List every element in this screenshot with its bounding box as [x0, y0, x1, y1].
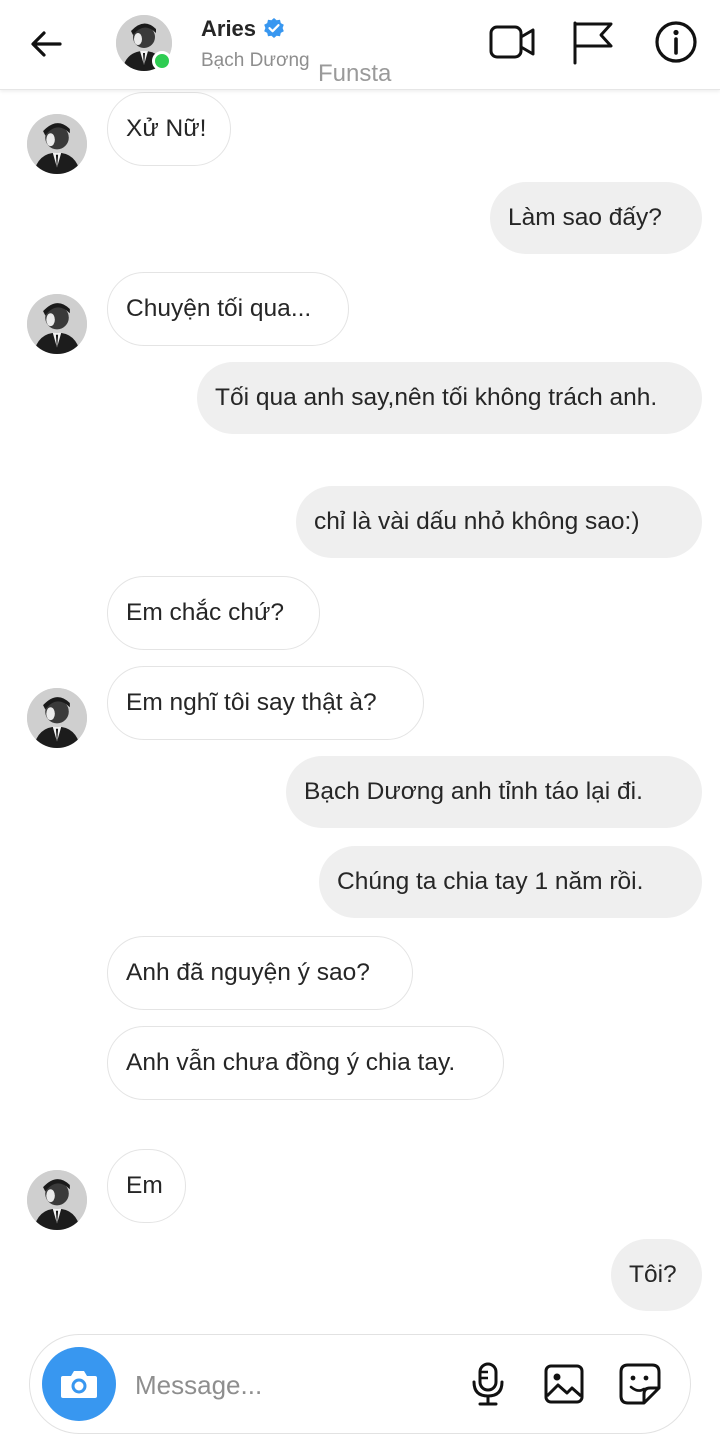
outgoing-message[interactable]: Tối qua anh say,nên tối không trách anh.	[197, 362, 702, 434]
outgoing-message[interactable]: Làm sao đấy?	[490, 182, 702, 254]
camera-button[interactable]	[42, 1347, 116, 1421]
outgoing-message[interactable]: Bạch Dương anh tỉnh táo lại đi.	[286, 756, 702, 828]
sticker-button[interactable]	[616, 1360, 664, 1408]
verified-badge-icon	[264, 18, 284, 38]
outgoing-message[interactable]: Tôi?	[611, 1239, 702, 1311]
message-input[interactable]	[135, 1365, 435, 1405]
online-status-dot	[152, 51, 172, 71]
report-button[interactable]	[566, 16, 618, 68]
header-avatar[interactable]	[116, 15, 174, 73]
video-call-icon	[489, 25, 535, 59]
contact-username: Bạch Dương	[201, 50, 310, 71]
arrow-left-icon	[31, 31, 62, 57]
sender-avatar[interactable]	[27, 688, 87, 748]
microphone-icon	[472, 1362, 504, 1406]
incoming-message[interactable]: Anh đã nguyện ý sao?	[107, 936, 413, 1010]
image-icon	[544, 1364, 584, 1404]
outgoing-message[interactable]: chỉ là vài dấu nhỏ không sao:)	[296, 486, 702, 558]
info-icon	[655, 21, 697, 63]
flag-icon	[573, 21, 613, 65]
outgoing-message[interactable]: Chúng ta chia tay 1 năm rồi.	[319, 846, 702, 918]
incoming-message[interactable]: Em chắc chứ?	[107, 576, 320, 650]
sender-avatar[interactable]	[27, 114, 87, 174]
voice-message-button[interactable]	[464, 1360, 512, 1408]
incoming-message[interactable]: Xử Nữ!	[107, 92, 231, 166]
sender-avatar[interactable]	[27, 1170, 87, 1230]
sticker-icon	[619, 1363, 661, 1405]
watermark-text: Funsta	[318, 60, 392, 87]
video-call-button[interactable]	[486, 16, 538, 68]
gallery-button[interactable]	[540, 1360, 588, 1408]
incoming-message[interactable]: Chuyện tối qua...	[107, 272, 349, 346]
incoming-message[interactable]: Anh vẫn chưa đồng ý chia tay.	[107, 1026, 504, 1100]
sender-avatar[interactable]	[27, 294, 87, 354]
conversation-info-button[interactable]	[650, 16, 702, 68]
chat-header: Aries Bạch Dương Funsta	[0, 0, 720, 90]
incoming-message[interactable]: Em nghĩ tôi say thật à?	[107, 666, 424, 740]
back-button[interactable]	[22, 22, 70, 66]
incoming-message[interactable]: Em	[107, 1149, 186, 1223]
camera-icon	[61, 1371, 97, 1398]
message-composer	[29, 1334, 691, 1434]
contact-name[interactable]: Aries	[201, 16, 256, 42]
